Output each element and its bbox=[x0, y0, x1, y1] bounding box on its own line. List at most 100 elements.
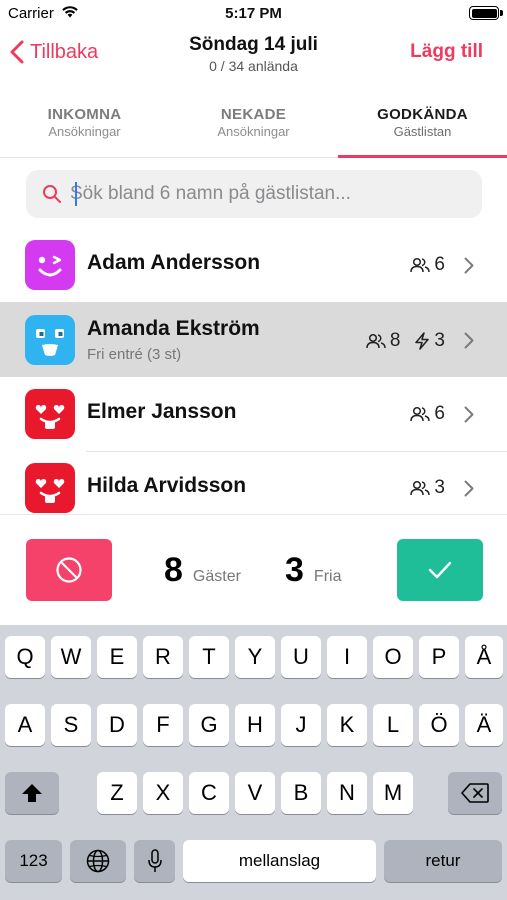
tab-label: INKOMNA bbox=[47, 106, 122, 123]
key-l[interactable]: L bbox=[373, 704, 413, 746]
key-t[interactable]: T bbox=[189, 636, 229, 678]
tab-label: NEKADE bbox=[220, 106, 287, 123]
key-i[interactable]: I bbox=[327, 636, 367, 678]
key-a[interactable]: A bbox=[5, 704, 45, 746]
chevron-right-icon bbox=[464, 406, 474, 423]
tab-sublabel: Ansökningar bbox=[48, 124, 121, 139]
chevron-right-icon bbox=[464, 480, 474, 497]
guests-total-value: 8 bbox=[164, 551, 183, 589]
search-icon bbox=[43, 185, 61, 203]
tab-nekade[interactable]: NEKADE Ansökningar bbox=[169, 96, 338, 157]
search-bar[interactable] bbox=[26, 170, 482, 218]
free-count: 3 bbox=[414, 330, 445, 352]
people-icon bbox=[366, 333, 386, 349]
key-o-umlaut[interactable]: Ö bbox=[419, 704, 459, 746]
key-z[interactable]: Z bbox=[97, 772, 137, 814]
key-u[interactable]: U bbox=[281, 636, 321, 678]
block-icon bbox=[56, 557, 82, 583]
heart-eyes-face-icon bbox=[25, 389, 75, 439]
free-count-value: 3 bbox=[434, 330, 445, 351]
key-v[interactable]: V bbox=[235, 772, 275, 814]
guest-meta: 6 bbox=[396, 254, 445, 276]
guest-name: Elmer Jansson bbox=[87, 400, 237, 423]
guests-total-label: Gäster bbox=[192, 568, 241, 585]
guest-meta: 3 bbox=[396, 477, 445, 499]
globe-icon bbox=[86, 849, 110, 873]
tab-godkanda[interactable]: GODKÄNDA Gästlistan bbox=[338, 96, 507, 158]
key-b[interactable]: B bbox=[281, 772, 321, 814]
key-o[interactable]: O bbox=[373, 636, 413, 678]
chevron-right-icon bbox=[464, 257, 474, 274]
guest-list: Adam Andersson 6 Amanda Ekström Fri entr… bbox=[0, 228, 507, 514]
guest-name: Adam Andersson bbox=[87, 251, 261, 274]
guest-subtitle: Fri entré (3 st) bbox=[87, 346, 182, 363]
guest-count-value: 8 bbox=[389, 330, 401, 351]
guest-count-value: 6 bbox=[434, 403, 445, 424]
status-bar: Carrier 5:17 PM bbox=[0, 0, 507, 26]
action-bar: 8 Gäster 3 Fria bbox=[0, 514, 507, 625]
tab-label: GODKÄNDA bbox=[377, 106, 468, 123]
guests-total: 8 Gäster bbox=[164, 551, 241, 590]
guest-count: 6 bbox=[410, 254, 445, 276]
guest-count: 8 bbox=[366, 330, 401, 352]
key-h[interactable]: H bbox=[235, 704, 275, 746]
clock: 5:17 PM bbox=[225, 5, 282, 22]
delete-key[interactable] bbox=[448, 772, 502, 814]
guest-meta: 8 3 bbox=[352, 330, 445, 352]
tab-sublabel: Gästlistan bbox=[393, 124, 452, 139]
free-total: 3 Fria bbox=[285, 551, 341, 590]
key-q[interactable]: Q bbox=[5, 636, 45, 678]
key-p[interactable]: P bbox=[419, 636, 459, 678]
key-r[interactable]: R bbox=[143, 636, 183, 678]
key-m[interactable]: M bbox=[373, 772, 413, 814]
key-e[interactable]: E bbox=[97, 636, 137, 678]
return-key[interactable]: retur bbox=[384, 840, 502, 882]
segment-tabs: INKOMNA Ansökningar NEKADE Ansökningar G… bbox=[0, 96, 507, 158]
key-j[interactable]: J bbox=[281, 704, 321, 746]
key-w[interactable]: W bbox=[51, 636, 91, 678]
lightning-icon bbox=[415, 332, 430, 350]
search-input[interactable] bbox=[70, 183, 470, 205]
key-a-umlaut[interactable]: Ä bbox=[465, 704, 503, 746]
list-item[interactable]: Adam Andersson 6 bbox=[0, 228, 507, 303]
text-cursor bbox=[75, 182, 77, 206]
guest-count: 3 bbox=[410, 477, 445, 499]
wink-face-icon bbox=[25, 240, 75, 290]
guest-name: Amanda Ekström bbox=[87, 317, 260, 340]
chevron-right-icon bbox=[464, 332, 474, 349]
key-d[interactable]: D bbox=[97, 704, 137, 746]
free-total-value: 3 bbox=[285, 551, 304, 589]
people-icon bbox=[410, 480, 431, 496]
people-icon bbox=[410, 406, 431, 422]
globe-key[interactable] bbox=[70, 840, 126, 882]
key-x[interactable]: X bbox=[143, 772, 183, 814]
key-y[interactable]: Y bbox=[235, 636, 275, 678]
battery-icon bbox=[469, 6, 503, 20]
guest-count: 6 bbox=[410, 403, 445, 425]
guest-meta: 6 bbox=[396, 403, 445, 425]
key-s[interactable]: S bbox=[51, 704, 91, 746]
accept-button[interactable] bbox=[397, 539, 483, 601]
key-k[interactable]: K bbox=[327, 704, 367, 746]
guest-count-value: 6 bbox=[434, 254, 445, 275]
add-button[interactable]: Lägg till bbox=[410, 41, 483, 63]
tab-sublabel: Ansökningar bbox=[217, 124, 290, 139]
key-f[interactable]: F bbox=[143, 704, 183, 746]
list-item[interactable]: Elmer Jansson 6 bbox=[0, 377, 507, 452]
guest-name: Hilda Arvidsson bbox=[87, 474, 247, 497]
microphone-icon bbox=[147, 849, 162, 872]
shift-key[interactable] bbox=[5, 772, 59, 814]
list-item[interactable]: Amanda Ekström Fri entré (3 st) 8 3 bbox=[0, 302, 507, 377]
reject-button[interactable] bbox=[26, 539, 112, 601]
numbers-key[interactable]: 123 bbox=[5, 840, 62, 882]
guest-count-value: 3 bbox=[434, 477, 445, 498]
tab-inkomna[interactable]: INKOMNA Ansökningar bbox=[0, 96, 169, 157]
list-item[interactable]: Hilda Arvidsson 3 bbox=[0, 451, 507, 514]
microphone-key[interactable] bbox=[134, 840, 175, 882]
space-key[interactable]: mellanslag bbox=[183, 840, 376, 882]
key-n[interactable]: N bbox=[327, 772, 367, 814]
key-a-ring[interactable]: Å bbox=[465, 636, 503, 678]
key-c[interactable]: C bbox=[189, 772, 229, 814]
key-g[interactable]: G bbox=[189, 704, 229, 746]
shift-icon bbox=[22, 784, 42, 802]
